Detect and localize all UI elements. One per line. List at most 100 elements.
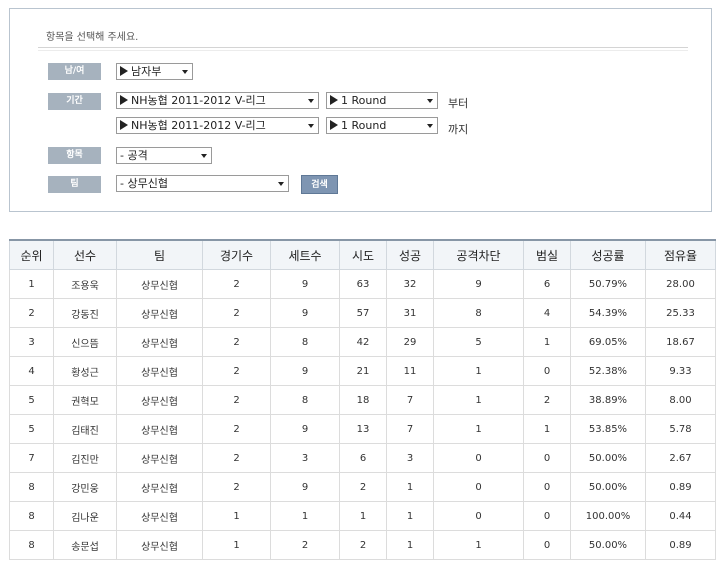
rank-cell: 5 — [9, 414, 54, 444]
success-cell: 7 — [386, 414, 434, 444]
team-cell: 상무신협 — [116, 530, 203, 560]
search-button[interactable]: 검색 — [301, 175, 338, 194]
sets-cell: 2 — [270, 530, 340, 560]
sets-cell: 9 — [270, 269, 340, 299]
table-row: 7 김진만 상무신협 2 3 6 3 0 0 50.00% 2.67 — [9, 443, 716, 473]
games-cell: 2 — [202, 472, 271, 502]
rank-cell: 7 — [9, 443, 54, 473]
ranking-table: 순위 선수 팀 경기수 세트수 시도 성공 공격차단 범실 성공률 점유율 1 조… — [9, 239, 716, 560]
player-cell: 황성근 — [53, 356, 117, 386]
table-row: 8 김나운 상무신협 1 1 1 1 0 0 100.00% 0.44 — [9, 501, 716, 531]
team-cell: 상무신협 — [116, 414, 203, 444]
share-cell: 0.89 — [645, 530, 716, 560]
header-share[interactable]: 점유율 — [645, 239, 716, 270]
success-cell: 31 — [386, 298, 434, 328]
table-row: 3 신으뜸 상무신협 2 8 42 29 5 1 69.05% 18.67 — [9, 327, 716, 357]
header-games[interactable]: 경기수 — [202, 239, 271, 270]
share-cell: 0.44 — [645, 501, 716, 531]
filter-panel: 항목을 선택해 주세요. 남/여 남자부 기간 NH농협 2011-2012 V… — [9, 8, 712, 212]
attempts-cell: 63 — [339, 269, 387, 299]
item-label: 항목 — [48, 147, 101, 164]
chevron-down-icon — [182, 70, 188, 74]
blocked-cell: 1 — [433, 356, 524, 386]
errors-cell: 0 — [523, 501, 571, 531]
blocked-cell: 0 — [433, 472, 524, 502]
success-cell: 1 — [386, 472, 434, 502]
blocked-cell: 1 — [433, 385, 524, 415]
play-icon — [330, 95, 338, 105]
errors-cell: 4 — [523, 298, 571, 328]
play-icon — [330, 120, 338, 130]
share-cell: 18.67 — [645, 327, 716, 357]
sets-cell: 1 — [270, 501, 340, 531]
team-cell: 상무신협 — [116, 443, 203, 473]
chevron-down-icon — [308, 99, 314, 103]
chevron-down-icon — [427, 99, 433, 103]
period-from-round-value: 1 Round — [341, 94, 387, 107]
table-row: 5 권혁모 상무신협 2 8 18 7 1 2 38.89% 8.00 — [9, 385, 716, 415]
gender-select[interactable]: 남자부 — [116, 63, 193, 80]
header-player[interactable]: 선수 — [53, 239, 117, 270]
team-cell: 상무신협 — [116, 356, 203, 386]
player-cell: 강동진 — [53, 298, 117, 328]
table-row: 8 강민웅 상무신협 2 9 2 1 0 0 50.00% 0.89 — [9, 472, 716, 502]
header-attempts[interactable]: 시도 — [339, 239, 387, 270]
blocked-cell: 8 — [433, 298, 524, 328]
chevron-down-icon — [201, 154, 207, 158]
blocked-cell: 5 — [433, 327, 524, 357]
blocked-cell: 0 — [433, 443, 524, 473]
play-icon — [120, 120, 128, 130]
rank-cell: 4 — [9, 356, 54, 386]
team-cell: 상무신협 — [116, 472, 203, 502]
share-cell: 28.00 — [645, 269, 716, 299]
games-cell: 2 — [202, 269, 271, 299]
period-from-round-select[interactable]: 1 Round — [326, 92, 438, 109]
header-errors[interactable]: 범실 — [523, 239, 571, 270]
attempts-cell: 42 — [339, 327, 387, 357]
errors-cell: 6 — [523, 269, 571, 299]
attempts-cell: 2 — [339, 472, 387, 502]
chevron-down-icon — [427, 124, 433, 128]
rank-cell: 8 — [9, 501, 54, 531]
period-to-round-value: 1 Round — [341, 119, 387, 132]
panel-divider-shadow — [38, 50, 688, 51]
success-rate-cell: 54.39% — [570, 298, 646, 328]
player-cell: 송문섭 — [53, 530, 117, 560]
errors-cell: 0 — [523, 530, 571, 560]
header-sets[interactable]: 세트수 — [270, 239, 340, 270]
table-body: 1 조용욱 상무신협 2 9 63 32 9 6 50.79% 28.00 2 강동진 상무신협 2 9 57 3… — [9, 269, 716, 560]
table-header-row: 순위 선수 팀 경기수 세트수 시도 성공 공격차단 범실 성공률 점유율 — [9, 239, 716, 270]
header-blocked[interactable]: 공격차단 — [433, 239, 524, 270]
success-rate-cell: 69.05% — [570, 327, 646, 357]
header-success-rate[interactable]: 성공률 — [570, 239, 646, 270]
success-cell: 29 — [386, 327, 434, 357]
team-cell: 상무신협 — [116, 298, 203, 328]
success-cell: 7 — [386, 385, 434, 415]
period-to-round-select[interactable]: 1 Round — [326, 117, 438, 134]
sets-cell: 8 — [270, 385, 340, 415]
success-rate-cell: 100.00% — [570, 501, 646, 531]
errors-cell: 0 — [523, 472, 571, 502]
share-cell: 2.67 — [645, 443, 716, 473]
chevron-down-icon — [308, 124, 314, 128]
success-rate-cell: 52.38% — [570, 356, 646, 386]
period-from-season-select[interactable]: NH농협 2011-2012 V-리그 — [116, 92, 319, 109]
games-cell: 1 — [202, 530, 271, 560]
blocked-cell: 1 — [433, 414, 524, 444]
success-rate-cell: 50.79% — [570, 269, 646, 299]
item-select[interactable]: - 공격 — [116, 147, 212, 164]
sets-cell: 9 — [270, 472, 340, 502]
team-select[interactable]: - 상무신협 — [116, 175, 289, 192]
attempts-cell: 13 — [339, 414, 387, 444]
player-cell: 강민웅 — [53, 472, 117, 502]
success-cell: 32 — [386, 269, 434, 299]
period-to-season-select[interactable]: NH농협 2011-2012 V-리그 — [116, 117, 319, 134]
player-cell: 조용욱 — [53, 269, 117, 299]
header-team[interactable]: 팀 — [116, 239, 203, 270]
header-rank[interactable]: 순위 — [9, 239, 54, 270]
table-row: 1 조용욱 상무신협 2 9 63 32 9 6 50.79% 28.00 — [9, 269, 716, 299]
share-cell: 0.89 — [645, 472, 716, 502]
share-cell: 9.33 — [645, 356, 716, 386]
player-cell: 김나운 — [53, 501, 117, 531]
header-success[interactable]: 성공 — [386, 239, 434, 270]
